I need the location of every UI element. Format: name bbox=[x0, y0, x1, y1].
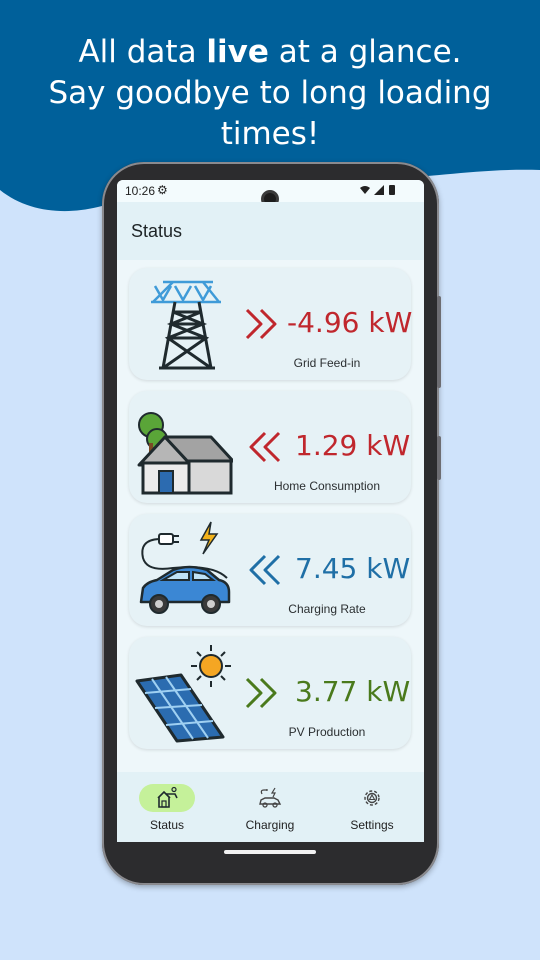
arrow-left-double-icon bbox=[249, 554, 281, 586]
charging-label: Charging Rate bbox=[288, 602, 366, 616]
promo-headline: All data live at a glance. Say goodbye t… bbox=[48, 34, 492, 152]
charging-value: 7.45 kW bbox=[295, 552, 411, 585]
page-title: Status bbox=[131, 221, 183, 241]
pv-label: PV Production bbox=[288, 725, 366, 739]
power-pylon-icon bbox=[151, 280, 221, 370]
home-indicator[interactable] bbox=[224, 850, 316, 854]
battery-icon bbox=[389, 185, 395, 195]
card-grid-feed-in[interactable]: -4.96 kW Grid Feed-in bbox=[129, 268, 413, 380]
arrow-right-double-icon bbox=[245, 308, 277, 340]
card-home-consumption[interactable]: 1.29 kW Home Consumption bbox=[129, 391, 411, 503]
grid-label: Grid Feed-in bbox=[293, 356, 361, 370]
electric-car-icon bbox=[139, 521, 231, 614]
nav-item-charging[interactable]: Charging bbox=[225, 772, 315, 842]
signal-icon bbox=[374, 185, 384, 195]
solar-panel-icon bbox=[135, 645, 231, 743]
app-screen: 10:26 ⚙ Status -4.96 kW Grid Feed-in 1.2… bbox=[117, 180, 424, 842]
home-label: Home Consumption bbox=[273, 479, 381, 493]
grid-value: -4.96 kW bbox=[287, 306, 413, 339]
nav-label-charging: Charging bbox=[245, 818, 295, 832]
card-pv-production[interactable]: 3.77 kW PV Production bbox=[129, 637, 411, 749]
nav-item-status[interactable]: Status bbox=[122, 772, 212, 842]
gear-icon bbox=[364, 790, 380, 806]
phone-power-button bbox=[437, 436, 441, 480]
card-charging-rate[interactable]: 7.45 kW Charging Rate bbox=[129, 514, 411, 626]
app-bar: Status bbox=[117, 202, 424, 260]
phone-volume-button bbox=[437, 296, 441, 388]
arrow-right-double-icon bbox=[245, 677, 277, 709]
nav-item-settings[interactable]: Settings bbox=[327, 772, 417, 842]
wifi-icon bbox=[360, 186, 370, 194]
pv-value: 3.77 kW bbox=[295, 675, 411, 708]
house-icon bbox=[137, 412, 233, 495]
gear-icon: ⚙ bbox=[157, 183, 168, 197]
status-indicators bbox=[358, 184, 400, 199]
car-charging-icon bbox=[259, 787, 282, 808]
nav-label-settings: Settings bbox=[350, 818, 394, 832]
bottom-navigation: Status Charging Settings bbox=[117, 772, 424, 842]
house-solar-icon bbox=[157, 786, 178, 808]
home-value: 1.29 kW bbox=[295, 429, 411, 462]
status-time: 10:26 bbox=[125, 184, 156, 198]
nav-label-status: Status bbox=[149, 818, 185, 832]
arrow-left-double-icon bbox=[249, 431, 281, 463]
